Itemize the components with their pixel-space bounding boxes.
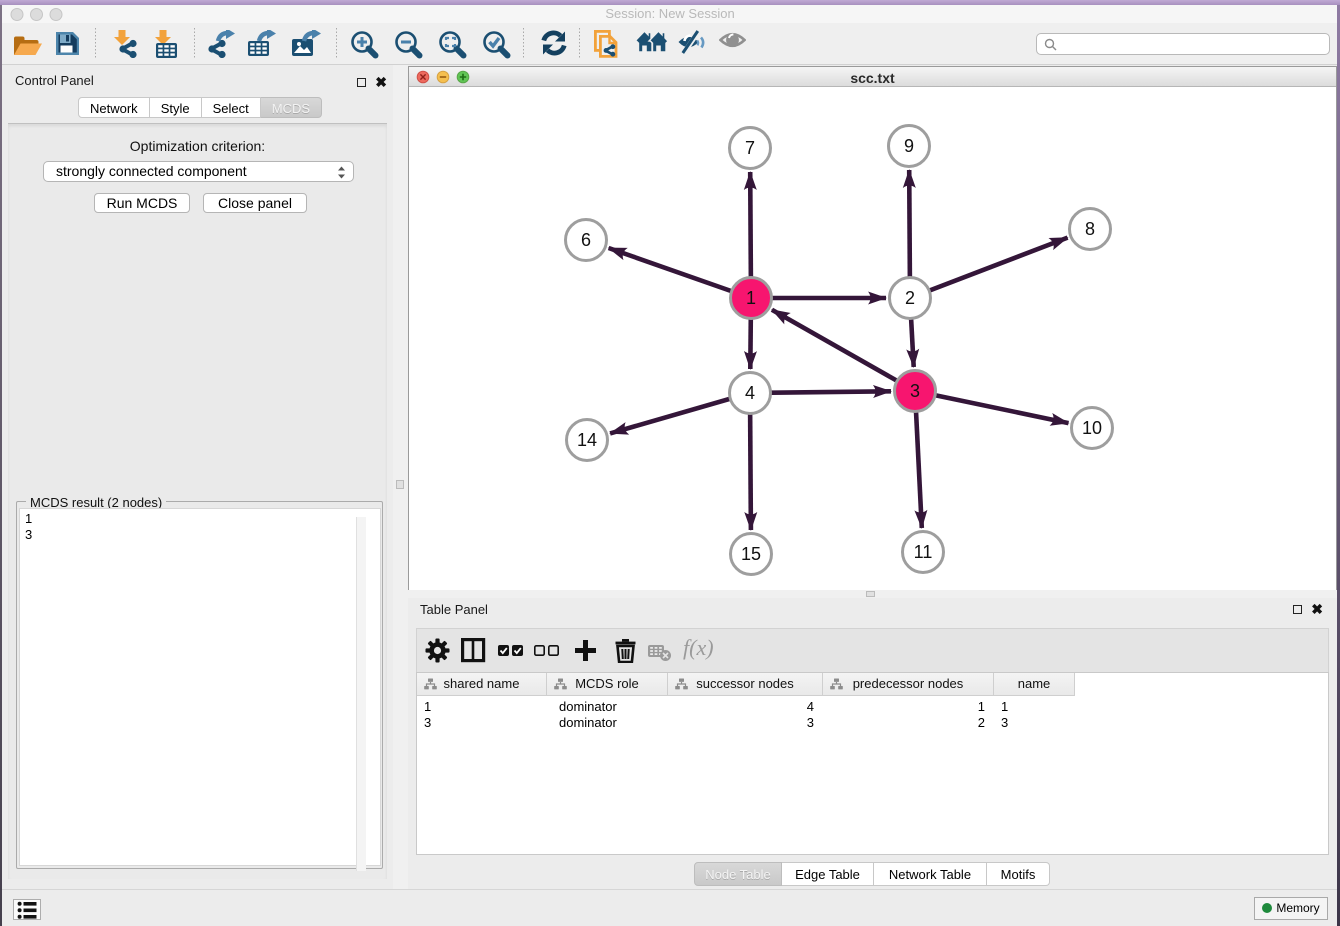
svg-text:14: 14 [577, 430, 597, 450]
svg-text:6: 6 [581, 230, 591, 250]
svg-text:4: 4 [745, 383, 755, 403]
svg-text:3: 3 [910, 381, 920, 401]
svg-text:8: 8 [1085, 219, 1095, 239]
svg-text:15: 15 [741, 544, 761, 564]
svg-text:11: 11 [914, 542, 933, 562]
svg-text:10: 10 [1082, 418, 1102, 438]
svg-text:7: 7 [745, 138, 755, 158]
svg-text:2: 2 [905, 288, 915, 308]
svg-text:9: 9 [904, 136, 914, 156]
svg-text:1: 1 [746, 288, 756, 308]
